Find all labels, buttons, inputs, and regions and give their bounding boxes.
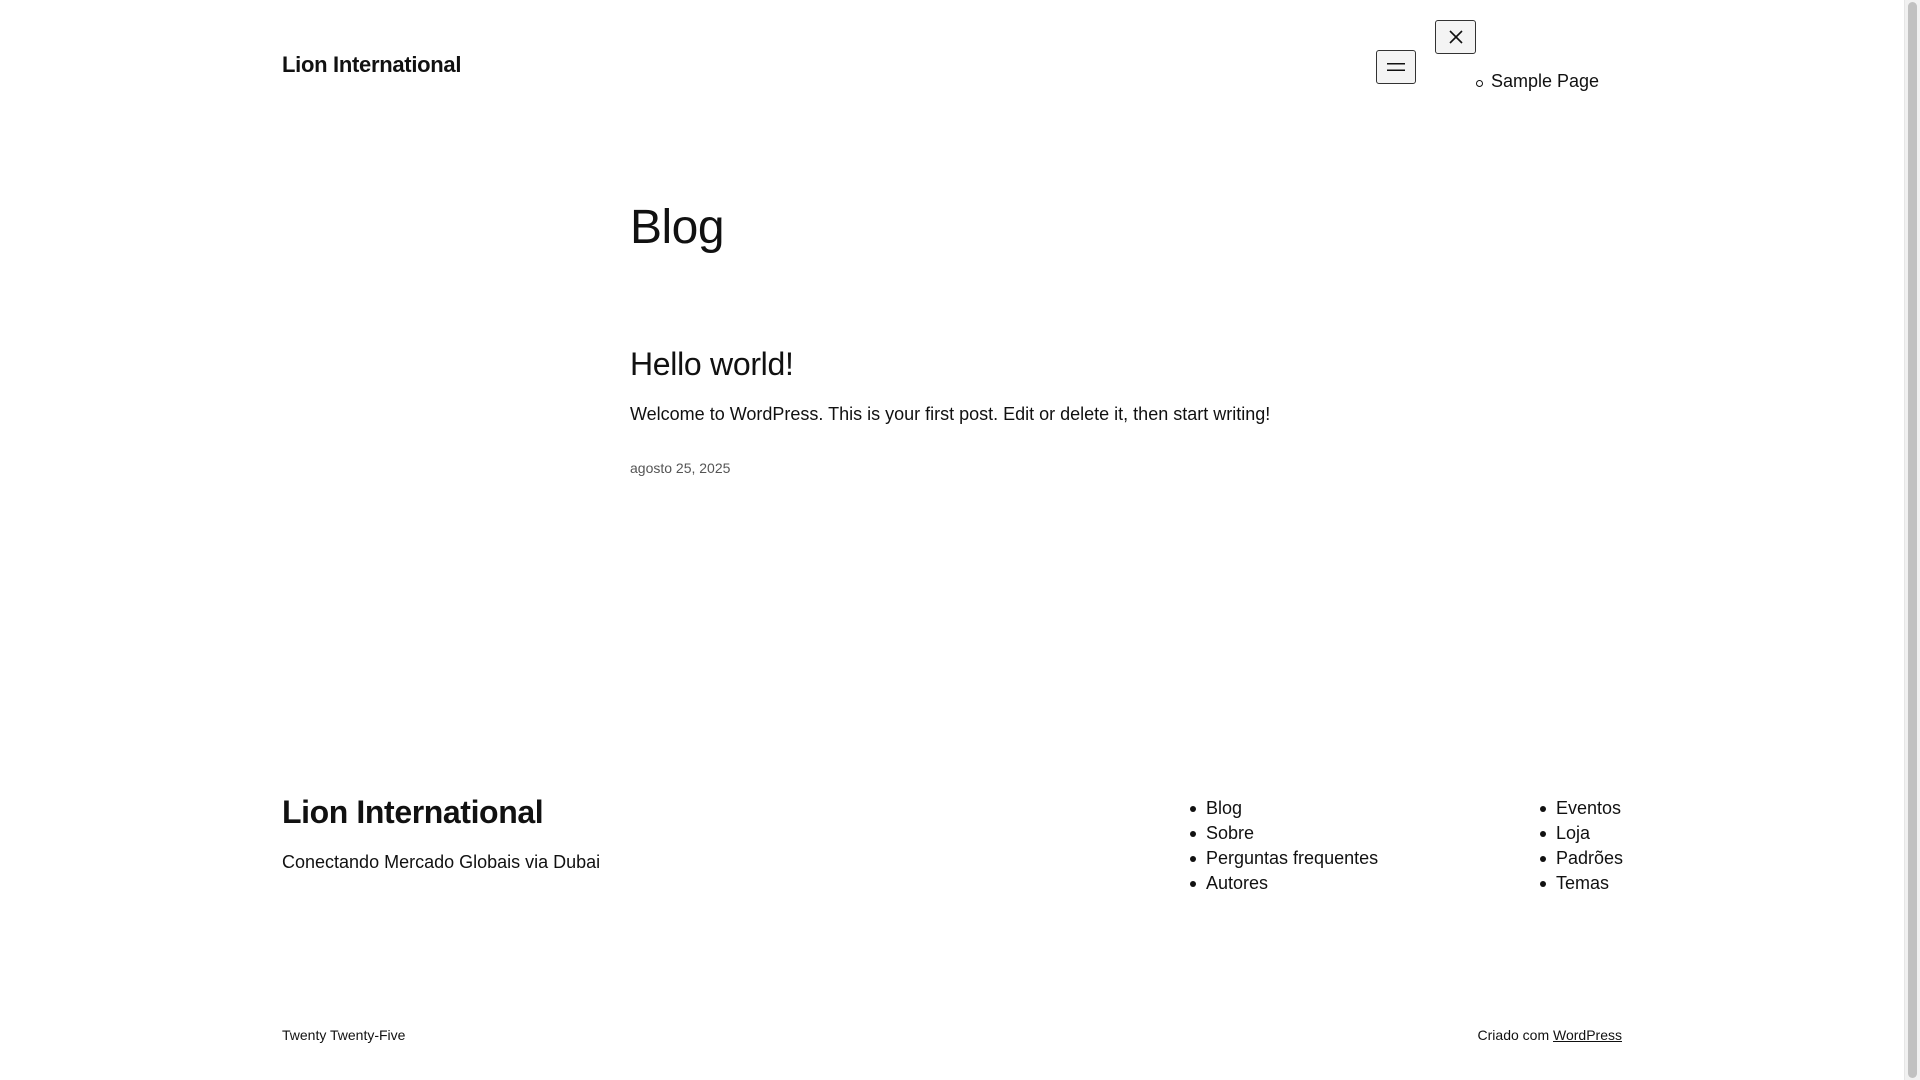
page-scrollbar[interactable]	[1904, 0, 1920, 1080]
footer-nav-secondary: Eventos Loja Padrões Temas	[1539, 796, 1623, 896]
page-title: Blog	[630, 201, 725, 254]
hamburger-menu-icon	[1387, 63, 1405, 71]
footer-link-padroes[interactable]: Padrões	[1556, 848, 1623, 868]
footer-nav-item-padroes[interactable]: Padrões	[1539, 846, 1623, 871]
footer-link-faq[interactable]: Perguntas frequentes	[1206, 848, 1378, 868]
footer-nav-item-eventos[interactable]: Eventos	[1539, 796, 1623, 821]
footer-link-blog[interactable]: Blog	[1206, 798, 1242, 818]
scrollbar-thumb[interactable]	[1908, 2, 1917, 1078]
footer-nav-primary: Blog Sobre Perguntas frequentes Autores	[1189, 796, 1378, 896]
wordpress-link[interactable]: WordPress	[1553, 1027, 1622, 1043]
post-title[interactable]: Hello world!	[630, 346, 794, 383]
footer-link-eventos[interactable]: Eventos	[1556, 798, 1621, 818]
footer-link-temas[interactable]: Temas	[1556, 873, 1609, 893]
powered-by: Criado com WordPress	[1478, 1027, 1622, 1043]
nav-link-sample-page[interactable]: Sample Page	[1491, 71, 1599, 91]
close-menu-button[interactable]	[1435, 20, 1476, 54]
footer-link-sobre[interactable]: Sobre	[1206, 823, 1254, 843]
footer-nav-item-faq[interactable]: Perguntas frequentes	[1189, 846, 1378, 871]
footer-tagline: Conectando Mercado Globais via Dubai	[282, 852, 601, 872]
site-title[interactable]: Lion International	[282, 52, 461, 78]
post-excerpt: Welcome to WordPress. This is your first…	[630, 404, 1271, 424]
theme-credit: Twenty Twenty-Five	[282, 1027, 406, 1043]
footer-nav-item-autores[interactable]: Autores	[1189, 871, 1378, 896]
close-icon	[1448, 30, 1463, 44]
overlay-navigation: Sample Page	[1475, 71, 1599, 92]
nav-item-sample-page[interactable]: Sample Page	[1475, 71, 1599, 92]
open-menu-button[interactable]	[1376, 50, 1416, 84]
footer-nav-item-blog[interactable]: Blog	[1189, 796, 1378, 821]
footer-nav-item-temas[interactable]: Temas	[1539, 871, 1623, 896]
footer-nav-item-sobre[interactable]: Sobre	[1189, 821, 1378, 846]
footer-nav-item-loja[interactable]: Loja	[1539, 821, 1623, 846]
footer-link-autores[interactable]: Autores	[1206, 873, 1268, 893]
footer-link-loja[interactable]: Loja	[1556, 823, 1590, 843]
footer-site-title[interactable]: Lion International	[282, 794, 544, 831]
powered-by-prefix: Criado com	[1477, 1027, 1550, 1043]
post-date[interactable]: agosto 25, 2025	[630, 460, 730, 476]
